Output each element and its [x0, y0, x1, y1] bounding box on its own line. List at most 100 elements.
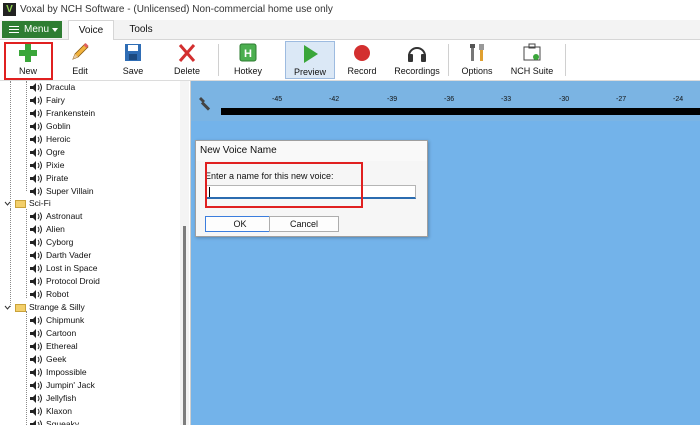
speaker-icon	[30, 122, 42, 132]
input-highlight	[205, 162, 363, 208]
save-button[interactable]: Save	[111, 41, 155, 79]
chevron-down-icon	[4, 305, 11, 311]
speaker-icon	[30, 174, 42, 184]
voice-item[interactable]: Fairy	[30, 94, 65, 107]
voice-item[interactable]: Jumpin' Jack	[30, 379, 95, 392]
speaker-icon	[30, 187, 42, 197]
edit-button[interactable]: Edit	[58, 41, 102, 79]
delete-label: Delete	[173, 66, 200, 76]
voice-item[interactable]: Lost in Space	[30, 262, 98, 275]
ruler-tick-label: -33	[501, 96, 512, 103]
folder-label: Strange & Silly	[29, 302, 85, 312]
ruler-tick-label: -42	[329, 96, 340, 103]
voice-label: Klaxon	[46, 406, 72, 416]
menu-button[interactable]: Menu	[2, 21, 62, 38]
hamburger-icon	[9, 26, 19, 33]
voice-label: Chipmunk	[46, 315, 85, 325]
toolbar-separator	[448, 44, 449, 76]
voice-label: Pixie	[46, 160, 65, 170]
voice-label: Jumpin' Jack	[46, 380, 95, 390]
voice-item[interactable]: Goblin	[30, 120, 71, 133]
record-button[interactable]: Record	[340, 41, 384, 79]
voice-label: Cyborg	[46, 237, 74, 247]
voice-item[interactable]: Squeaky	[30, 418, 79, 425]
svg-text:H: H	[244, 48, 252, 60]
voice-item[interactable]: Pixie	[30, 159, 64, 172]
record-label: Record	[347, 66, 377, 76]
speaker-icon	[30, 355, 42, 365]
speaker-icon	[30, 148, 42, 158]
play-icon	[304, 45, 318, 63]
voice-item[interactable]: Pirate	[30, 172, 68, 185]
preview-button[interactable]: Preview	[285, 41, 335, 79]
folder-strange-silly[interactable]: Strange & Silly	[4, 301, 85, 314]
voice-item[interactable]: Ogre	[30, 146, 65, 159]
tools-icon	[470, 44, 484, 61]
ruler-tick-label: -24	[673, 96, 684, 103]
nch-suite-label: NCH Suite	[510, 66, 554, 76]
tree-line	[10, 81, 11, 209]
record-dot-icon	[354, 45, 370, 61]
toolbar: New Edit Save Delete H Hotkey Preview Re…	[0, 40, 700, 81]
tree-line	[10, 209, 11, 307]
speaker-icon	[30, 420, 42, 425]
recordings-label: Recordings	[394, 66, 440, 76]
voice-item[interactable]: Geek	[30, 353, 66, 366]
voice-label: Alien	[46, 224, 65, 234]
delete-button[interactable]: Delete	[165, 41, 209, 79]
tree-scrollbar-thumb[interactable]	[183, 226, 186, 425]
speaker-icon	[30, 277, 42, 287]
pencil-icon	[72, 43, 89, 60]
voice-item[interactable]: Klaxon	[30, 405, 72, 418]
suite-icon	[523, 43, 541, 61]
cancel-button[interactable]: Cancel	[269, 216, 339, 232]
voice-item[interactable]: Alien	[30, 223, 65, 236]
recordings-button[interactable]: Recordings	[392, 41, 442, 79]
voice-item[interactable]: Chipmunk	[30, 314, 84, 327]
save-label: Save	[122, 66, 144, 76]
ruler-tick-label: -45	[272, 96, 283, 103]
dialog-title: New Voice Name	[200, 145, 277, 156]
voice-item[interactable]: Protocol Droid	[30, 275, 100, 288]
voice-item[interactable]: Frankenstein	[30, 107, 95, 120]
new-button-highlight	[4, 42, 53, 80]
speaker-icon	[30, 342, 42, 352]
speaker-icon	[30, 394, 42, 404]
speaker-icon	[30, 83, 42, 93]
nch-suite-button[interactable]: NCH Suite	[506, 41, 558, 79]
voice-item[interactable]: Jellyfish	[30, 392, 76, 405]
voice-item[interactable]: Dracula	[30, 81, 75, 94]
voice-item[interactable]: Cartoon	[30, 327, 76, 340]
tree-line	[26, 311, 27, 425]
speaker-icon	[30, 381, 42, 391]
wrench-icon[interactable]	[198, 95, 214, 111]
ok-button[interactable]: OK	[205, 216, 275, 232]
tree-line	[26, 81, 27, 191]
options-button[interactable]: Options	[455, 41, 499, 79]
level-meter-band	[221, 108, 700, 115]
speaker-icon	[30, 135, 42, 145]
voice-item[interactable]: Cyborg	[30, 236, 73, 249]
tab-voice[interactable]: Voice	[68, 20, 114, 40]
voice-label: Heroic	[46, 134, 71, 144]
tree-line	[26, 209, 27, 298]
folder-scifi[interactable]: Sci-Fi	[4, 197, 51, 210]
voice-label: Astronaut	[46, 211, 83, 221]
voice-label: Jellyfish	[46, 393, 77, 403]
tab-tools[interactable]: Tools	[120, 20, 162, 39]
red-x-icon	[178, 44, 196, 62]
voice-tree: Dracula Fairy Frankenstein Goblin Heroic Ogre…	[0, 81, 191, 425]
voice-item[interactable]: Astronaut	[30, 210, 82, 223]
ruler-tick-label: -39	[387, 96, 398, 103]
voice-label: Dracula	[46, 82, 76, 92]
voice-label: Super Villain	[46, 186, 94, 196]
voice-item[interactable]: Darth Vader	[30, 249, 91, 262]
voice-label: Frankenstein	[46, 108, 96, 118]
voice-item[interactable]: Ethereal	[30, 340, 78, 353]
speaker-icon	[30, 329, 42, 339]
voice-item[interactable]: Impossible	[30, 366, 87, 379]
voice-item[interactable]: Robot	[30, 288, 69, 301]
voice-item[interactable]: Heroic	[30, 133, 71, 146]
toolbar-separator	[565, 44, 566, 76]
hotkey-button[interactable]: H Hotkey	[226, 41, 270, 79]
